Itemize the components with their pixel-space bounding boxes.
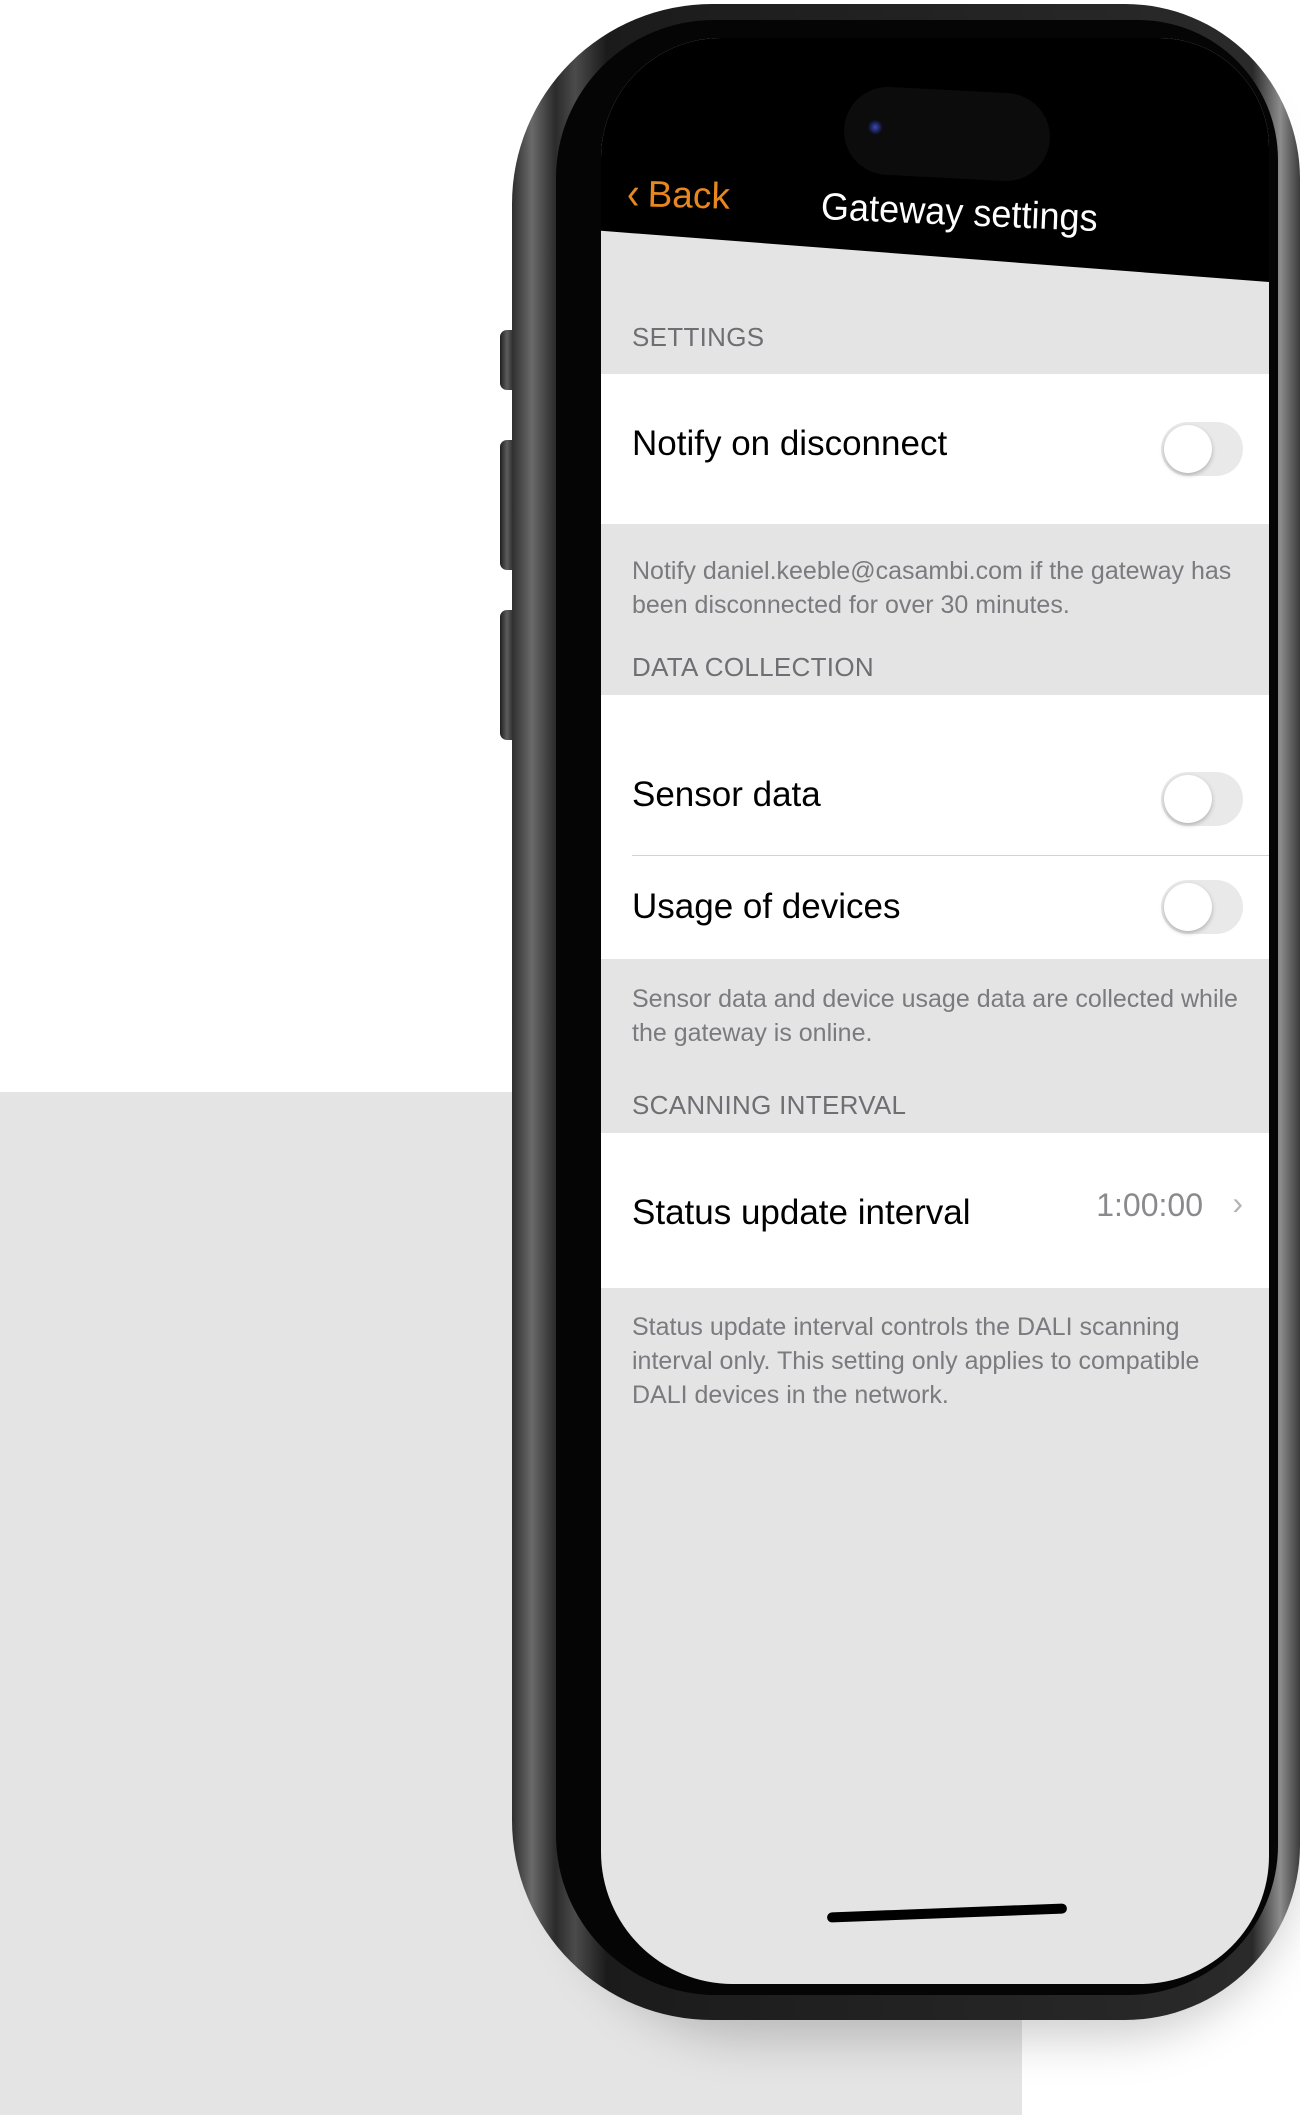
back-button[interactable]: ‹ Back — [626, 168, 731, 220]
notify-footer-text: Notify daniel.keeble@casambi.com if the … — [632, 557, 1232, 619]
camera-icon — [867, 119, 883, 135]
toggle-knob — [1164, 425, 1212, 473]
back-label: Back — [647, 173, 731, 217]
usage-of-devices-toggle[interactable] — [1161, 880, 1243, 934]
row-divider — [632, 855, 1269, 856]
sensor-data-label: Sensor data — [632, 775, 821, 814]
data-collection-group: Sensor data Usage of devices — [601, 695, 1269, 959]
chevron-left-icon: ‹ — [626, 168, 641, 220]
home-indicator[interactable] — [826, 1903, 1068, 1923]
toggle-knob — [1164, 883, 1212, 931]
status-update-interval-value: 1:00:00 — [1096, 1187, 1203, 1223]
scanning-interval-footer-text: Status update interval controls the DALI… — [632, 1313, 1200, 1409]
usage-of-devices-label: Usage of devices — [632, 887, 901, 926]
status-update-interval-row[interactable]: Status update interval 1:00:00 › — [601, 1133, 1269, 1288]
dynamic-island — [841, 84, 1053, 184]
phone-screen: ‹ Back Gateway settings SETTINGS Notify … — [601, 38, 1269, 1984]
status-update-interval-label: Status update interval — [632, 1193, 971, 1232]
chevron-right-icon: › — [1232, 1185, 1243, 1221]
section-header-scanning-interval: SCANNING INTERVAL — [632, 1090, 907, 1120]
section-header-data-collection: DATA COLLECTION — [632, 652, 874, 682]
notify-on-disconnect-toggle[interactable] — [1161, 422, 1243, 476]
notify-on-disconnect-row: Notify on disconnect — [601, 374, 1269, 524]
data-collection-footer-text: Sensor data and device usage data are co… — [632, 985, 1238, 1047]
notify-on-disconnect-label: Notify on disconnect — [632, 424, 948, 463]
sensor-data-toggle[interactable] — [1161, 772, 1243, 826]
toggle-knob — [1164, 775, 1212, 823]
section-header-settings: SETTINGS — [632, 322, 765, 352]
